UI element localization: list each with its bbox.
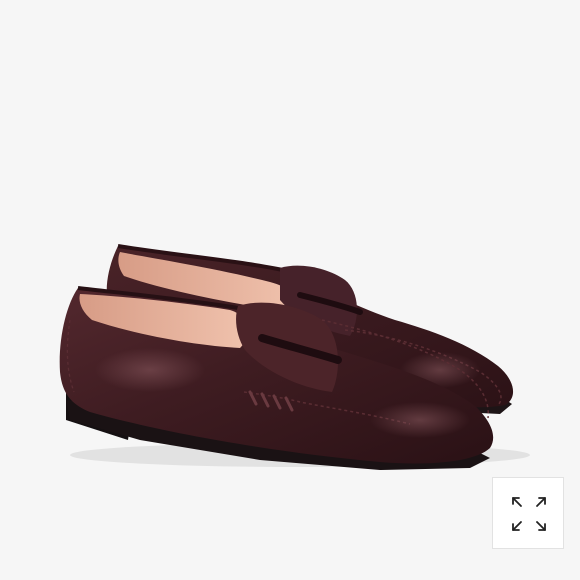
product-image-viewer [0, 0, 580, 580]
expand-button[interactable] [492, 477, 564, 549]
expand-arrows-icon [512, 497, 546, 531]
